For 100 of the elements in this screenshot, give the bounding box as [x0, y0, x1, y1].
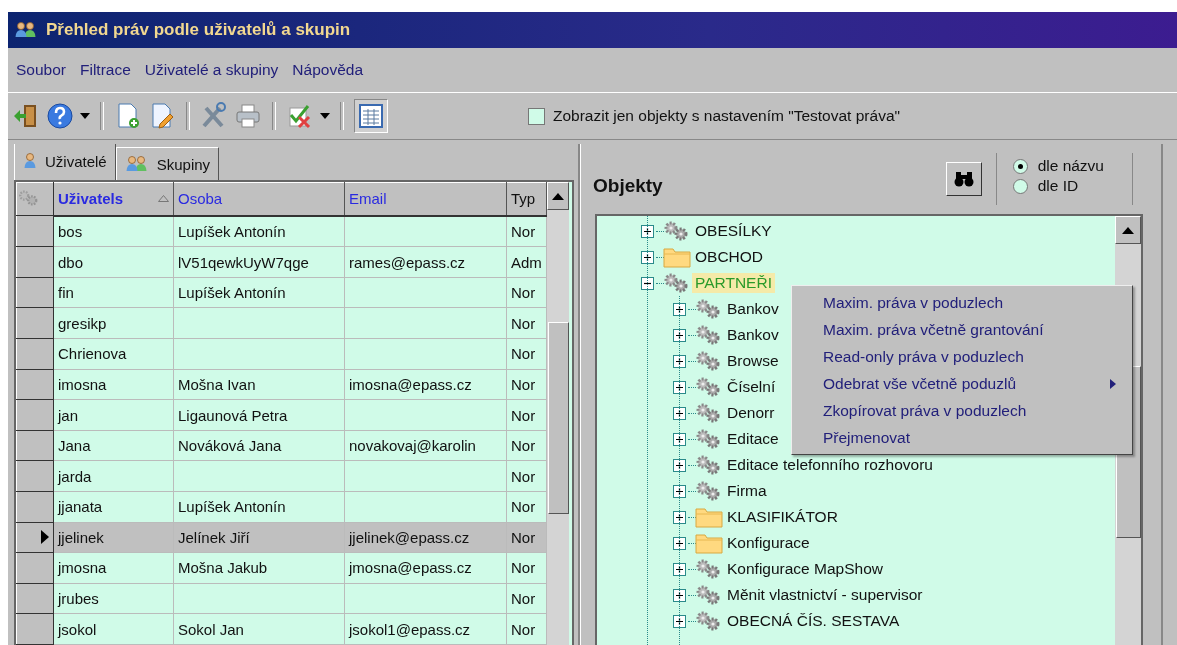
grid-view-icon [357, 102, 385, 130]
table-cell: Nor [506, 308, 547, 339]
row-header[interactable] [16, 613, 54, 645]
row-header[interactable] [16, 277, 54, 308]
caret-icon[interactable] [320, 113, 330, 119]
table-cell: imosna@epass.cz [344, 369, 507, 400]
tree-item[interactable]: Editace [724, 429, 782, 449]
row-header[interactable] [16, 583, 54, 614]
menu-item[interactable]: Maxim. práva včetně grantování [823, 320, 1044, 339]
checkbox[interactable] [528, 107, 545, 125]
table-cell: Nor [506, 613, 547, 645]
row-header[interactable] [16, 491, 54, 523]
table-cell: Nor [506, 277, 547, 308]
tree-item[interactable]: Denorr [724, 403, 778, 423]
help-icon[interactable] [46, 102, 74, 130]
menu-item[interactable]: Nápověda [286, 59, 370, 81]
caret-icon[interactable] [80, 113, 90, 119]
binoculars-icon [953, 171, 974, 187]
table-cell: lV51qewkUyW7qge [173, 246, 345, 278]
table-cell: jrubes [53, 583, 174, 614]
menu-item[interactable]: Přejmenovat [823, 428, 910, 447]
table-cell: Mošna Ivan [173, 369, 345, 400]
sort-arrow-icon [158, 195, 169, 203]
printer-icon[interactable] [234, 102, 262, 130]
tree-item[interactable]: Konfigurace [724, 533, 813, 553]
column-header[interactable]: Uživatels [53, 182, 174, 216]
checkbox-label: Zobrazit jen objekty s nastavením "Testovat práva" [553, 107, 900, 125]
row-header[interactable] [16, 246, 54, 278]
table-cell: Mošna Jakub [173, 552, 345, 584]
menu-item[interactable]: Filtrace [74, 59, 137, 81]
table-cell: bos [53, 215, 174, 247]
row-header[interactable] [16, 338, 54, 370]
table-cell: Nor [506, 460, 547, 492]
row-header[interactable] [16, 430, 54, 461]
row-header[interactable] [16, 215, 54, 247]
table-cell: Lupíšek Antonín [173, 277, 345, 308]
folder-icon [694, 532, 724, 554]
table-cell: jjelinek@epass.cz [344, 522, 507, 553]
table-cell: Ligaunová Petra [173, 399, 345, 431]
table-cell: dbo [53, 246, 174, 278]
menu-item[interactable]: Maxim. práva v poduzlech [823, 293, 1004, 312]
table-cell: Adm [506, 246, 547, 278]
column-header[interactable]: Osoba [173, 182, 345, 216]
row-header[interactable] [16, 460, 54, 492]
menu-item[interactable]: Odebrat vše včetně poduzlů [823, 374, 1016, 393]
row-header[interactable] [16, 308, 54, 339]
radio-button[interactable] [1012, 178, 1028, 194]
table-cell: rames@epass.cz [344, 246, 507, 278]
table-cell: Sokol Jan [173, 613, 345, 645]
tree-item[interactable]: OBECNÁ ČÍS. SESTAVA [724, 611, 903, 631]
menu-item[interactable]: Read-only práva v poduzlech [823, 347, 1024, 366]
radio-label: dle názvu [1037, 157, 1104, 175]
row-header[interactable] [16, 399, 54, 431]
table-cell: jan [53, 399, 174, 431]
tree-item[interactable]: Měnit vlastnictví - supervisor [724, 585, 926, 605]
menu-item[interactable]: Soubor [10, 59, 72, 81]
table-cell: Lupíšek Antonín [173, 491, 345, 523]
tree-item[interactable]: Firma [724, 481, 770, 501]
table-cell: Nor [506, 583, 547, 614]
column-header[interactable]: Typ [506, 182, 547, 216]
users-icon [124, 155, 149, 173]
tree-item[interactable]: Browse [724, 351, 782, 371]
folder-icon [694, 506, 724, 528]
table-cell: jarda [53, 460, 174, 492]
tree-item[interactable]: Bankov [724, 325, 782, 345]
tab[interactable]: Uživatelé [14, 144, 116, 180]
radio-button[interactable] [1012, 158, 1028, 174]
users-icon [14, 21, 38, 39]
column-header[interactable]: Email [344, 182, 507, 216]
scrollbar[interactable] [547, 182, 569, 645]
table-cell: jjanata [53, 491, 174, 523]
table-cell: Lupíšek Antonín [173, 215, 345, 247]
radio-label: dle ID [1037, 177, 1079, 195]
tree-item[interactable]: Konfigurace MapShow [724, 559, 886, 579]
menu-item[interactable]: Uživatelé a skupiny [138, 59, 285, 81]
table-cell: Jana [53, 430, 174, 461]
grid-view-button[interactable] [354, 99, 388, 133]
table-cell: novakovaj@karolin [344, 430, 507, 461]
tree-item[interactable]: KLASIFIKÁTOR [724, 507, 841, 527]
row-header[interactable] [16, 552, 54, 584]
table-cell: Nor [506, 430, 547, 461]
up-arrow-icon[interactable] [552, 192, 564, 200]
up-arrow-icon[interactable] [1122, 226, 1134, 234]
menu-item[interactable]: Zkopírovat práva v poduzlech [823, 401, 1027, 420]
table-cell: jmosna@epass.cz [344, 552, 507, 584]
table-cell: Nováková Jana [173, 430, 345, 461]
search-button[interactable] [945, 162, 982, 196]
tree-item[interactable]: OBCHOD [692, 247, 767, 267]
current-row-icon [41, 530, 49, 545]
table-cell: Nor [506, 338, 547, 370]
tree-item[interactable]: Editace telefonního rozhovoru [724, 455, 936, 475]
tree-item[interactable]: Bankov [724, 299, 782, 319]
tree-item[interactable]: Číselní [724, 377, 779, 397]
table-cell: Chrienova [53, 338, 174, 370]
table-cell: Nor [506, 399, 547, 431]
panel-title: Objekty [593, 174, 664, 197]
table-cell: Jelínek Jiří [173, 522, 345, 553]
row-header[interactable] [16, 522, 54, 553]
row-header[interactable] [16, 369, 54, 400]
tree-item[interactable]: OBESÍLKY [692, 221, 775, 241]
